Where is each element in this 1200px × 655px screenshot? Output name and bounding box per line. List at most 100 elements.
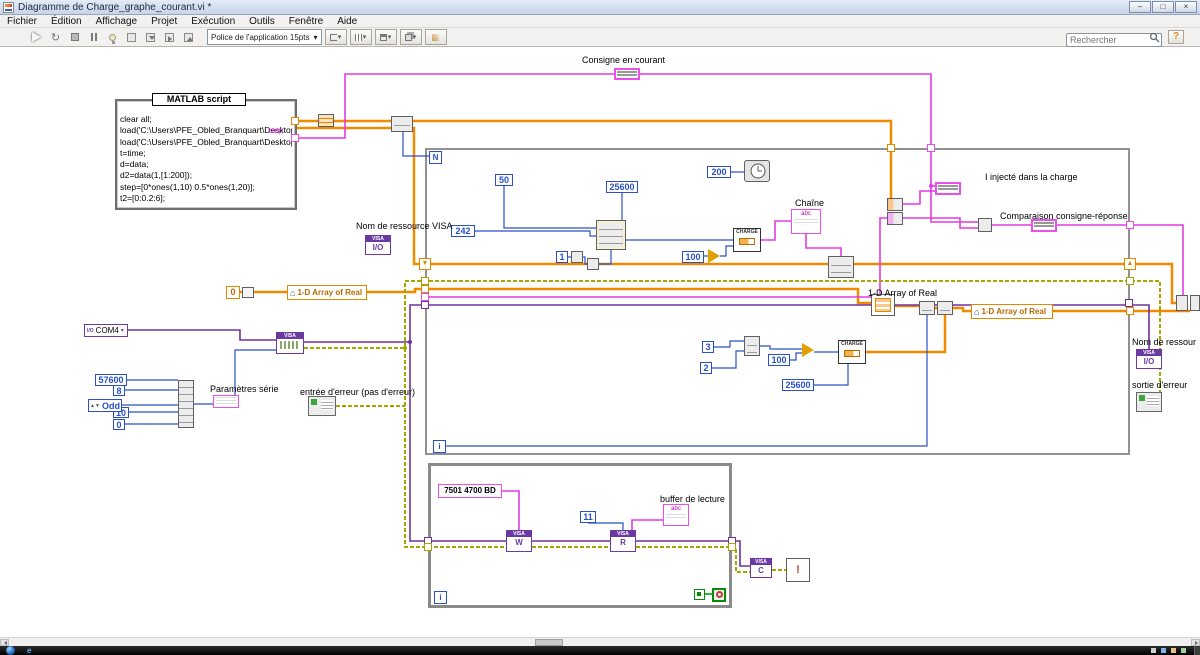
- visa-read-node[interactable]: VISAR: [610, 530, 636, 552]
- wire-purple-com4[interactable]: [128, 330, 276, 340]
- array-subset-node[interactable]: [318, 114, 334, 127]
- loop-count-terminal[interactable]: N: [429, 151, 442, 164]
- tunnel-purple-left[interactable]: [421, 301, 429, 309]
- error-handler-node[interactable]: !: [786, 558, 810, 582]
- tray-icon[interactable]: [1171, 648, 1176, 653]
- tunnel-purple-right[interactable]: [1125, 299, 1133, 307]
- multiply-node-2[interactable]: [802, 343, 814, 357]
- visa-resource-right[interactable]: VISAI/O: [1136, 349, 1162, 369]
- wire-blue-3[interactable]: [714, 341, 744, 347]
- ring-constant-parity[interactable]: ▲▼Odd: [88, 399, 122, 412]
- tunnel-error-left[interactable]: [421, 277, 429, 285]
- wire-orange-index-chain-3[interactable]: [953, 308, 971, 311]
- loop2-iteration-terminal[interactable]: i: [434, 591, 447, 604]
- edge-node-2[interactable]: [1190, 295, 1200, 311]
- scroll-left-arrow[interactable]: [0, 639, 9, 646]
- consigne-indicator[interactable]: [614, 68, 640, 80]
- wire-magenta-chaine-down[interactable]: [806, 234, 841, 256]
- parametres-serie-cluster[interactable]: [213, 395, 239, 408]
- error-out-cluster[interactable]: [1136, 392, 1162, 412]
- visa-configure-serial-node[interactable]: VISA: [276, 332, 304, 354]
- compare-node[interactable]: [978, 218, 992, 232]
- multiply-node-1[interactable]: [708, 249, 720, 263]
- wire-magenta-consigne[interactable]: [299, 74, 978, 222]
- injecte-indicator[interactable]: [935, 182, 961, 195]
- wire-orange-matlab-top[interactable]: [297, 121, 891, 198]
- numeric-constant-50[interactable]: 50: [495, 174, 513, 186]
- wire-blue-count[interactable]: [403, 132, 429, 156]
- wire-blue-100b[interactable]: [790, 353, 802, 360]
- visa-write-charge-node[interactable]: [828, 256, 854, 278]
- minimize-button[interactable]: –: [1129, 1, 1151, 13]
- tray-icon[interactable]: [1151, 648, 1156, 653]
- tray-icon[interactable]: [1181, 648, 1186, 653]
- scrollbar-thumb[interactable]: [535, 639, 563, 646]
- wire-blue-iteration[interactable]: [445, 315, 927, 446]
- array-control-left[interactable]: ⌂1-D Array of Real: [287, 285, 367, 300]
- menu-fenetre[interactable]: Fenêtre: [282, 15, 330, 28]
- wire-orange-charge2-out[interactable]: [866, 315, 945, 352]
- numeric-constant-0-orange[interactable]: 0: [226, 286, 240, 299]
- resize-objects-dropdown[interactable]: ▾: [375, 29, 397, 45]
- step-out-button[interactable]: [180, 30, 197, 45]
- wire-blue-50[interactable]: [504, 186, 596, 228]
- numeric-constant-2[interactable]: 2: [700, 362, 712, 374]
- wire-blue-11[interactable]: [588, 523, 623, 530]
- array-node-2[interactable]: [919, 301, 935, 315]
- charge-subvi-2[interactable]: CHARGE: [838, 340, 866, 364]
- matlab-output-terminal[interactable]: [291, 117, 299, 125]
- numeric-constant-242[interactable]: 242: [451, 225, 475, 237]
- wire-error-down[interactable]: [405, 348, 506, 547]
- align-objects-dropdown[interactable]: ▾: [325, 29, 347, 45]
- run-continuous-button[interactable]: ↻: [47, 30, 64, 45]
- tray-icon[interactable]: [1161, 648, 1166, 653]
- numeric-constant-25600[interactable]: 25600: [606, 181, 638, 193]
- property-node[interactable]: [596, 220, 626, 250]
- close-button[interactable]: ×: [1175, 1, 1197, 13]
- cleanup-diagram-button[interactable]: [425, 29, 447, 45]
- menu-outils[interactable]: Outils: [242, 15, 282, 28]
- charge-subvi-1[interactable]: CHARGE: [733, 228, 761, 252]
- scroll-right-arrow[interactable]: [1191, 639, 1200, 646]
- internet-explorer-icon[interactable]: e: [27, 646, 31, 655]
- visa-close-node[interactable]: VISAC: [750, 558, 772, 578]
- loop-condition-terminal[interactable]: [712, 588, 726, 602]
- tunnel-magenta-top[interactable]: [927, 144, 935, 152]
- wire-blue-build-out[interactable]: [760, 346, 802, 349]
- pause-button[interactable]: [85, 30, 102, 45]
- numeric-constant-100b[interactable]: 100: [768, 354, 790, 366]
- string-constant-bd[interactable]: 7501 4700 BD: [438, 484, 502, 498]
- font-selector[interactable]: Police de l'application 15pts ▾: [207, 29, 322, 45]
- function-node-a[interactable]: [571, 251, 583, 263]
- matlab-script-node[interactable]: clear all; load('C:\Users\PFE_Obled_Bran…: [115, 99, 297, 210]
- highlight-execution-button[interactable]: [104, 30, 121, 45]
- menu-aide[interactable]: Aide: [330, 15, 364, 28]
- tunnel-error-right[interactable]: [1126, 277, 1134, 285]
- conversion-node-b[interactable]: [887, 212, 903, 225]
- help-button[interactable]: ?: [1168, 30, 1184, 44]
- conversion-node-a[interactable]: [887, 198, 903, 211]
- menu-execution[interactable]: Exécution: [184, 15, 242, 28]
- show-desktop-button[interactable]: [1194, 646, 1200, 655]
- tunnel-orange-right[interactable]: [1126, 307, 1134, 315]
- wire-blue-tri1-out[interactable]: [720, 246, 733, 256]
- function-node-b[interactable]: [587, 258, 599, 270]
- wait-ms-node[interactable]: [744, 160, 770, 182]
- shift-register-right[interactable]: ▲: [1124, 258, 1136, 270]
- tunnel-orange-top[interactable]: [887, 144, 895, 152]
- visa-resource-control[interactable]: VISAI/O: [365, 235, 391, 255]
- com4-constant[interactable]: I/OCOM4▾: [84, 324, 128, 337]
- reorder-objects-dropdown[interactable]: ▾: [400, 29, 422, 45]
- wire-magenta-conv-b[interactable]: [903, 218, 978, 228]
- menu-affichage[interactable]: Affichage: [89, 15, 145, 28]
- edge-node-1[interactable]: [1176, 295, 1188, 311]
- array-node-3[interactable]: [937, 301, 953, 315]
- build-array-node[interactable]: [744, 336, 760, 356]
- string-indicator-chaine[interactable]: abc: [791, 209, 821, 234]
- run-button[interactable]: [28, 30, 45, 45]
- menu-fichier[interactable]: Fichier: [0, 15, 44, 28]
- array-index-box[interactable]: [242, 287, 254, 298]
- array-indicator-right[interactable]: ⌂1-D Array of Real: [971, 304, 1053, 319]
- numeric-constant-11[interactable]: 11: [580, 511, 596, 523]
- step-over-button[interactable]: [161, 30, 178, 45]
